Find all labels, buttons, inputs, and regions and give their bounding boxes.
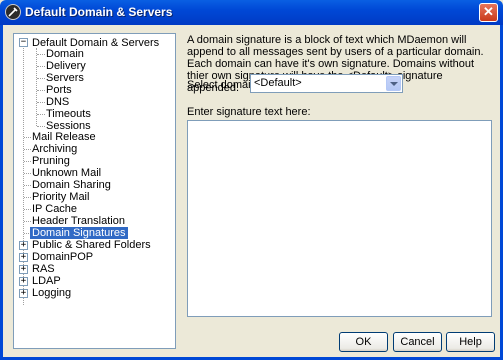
tree-item-domain[interactable]: Domain [46,48,84,60]
close-button[interactable]: ✕ [479,3,498,22]
tree-item-ip-cache[interactable]: IP Cache [32,203,77,215]
tree-item-domain-sharing[interactable]: Domain Sharing [32,179,111,191]
settings-tree[interactable]: − Default Domain & Servers Domain Delive… [13,33,176,349]
tree-item-logging[interactable]: Logging [32,287,71,299]
expand-icon[interactable]: + [19,265,28,274]
ok-button[interactable]: OK [339,332,388,352]
expand-icon[interactable]: + [19,241,28,250]
tree-item-archiving[interactable]: Archiving [32,143,77,155]
select-domain-label: Select domain [187,79,257,91]
tree-item-public-shared-folders[interactable]: Public & Shared Folders [32,239,151,251]
signature-label: Enter signature text here: [187,106,311,118]
domain-select[interactable]: <Default> [250,74,403,93]
tree-item-ports[interactable]: Ports [46,84,72,96]
window-title: Default Domain & Servers [25,5,173,19]
tree-item-timeouts[interactable]: Timeouts [46,108,91,120]
tree-item-delivery[interactable]: Delivery [46,60,86,72]
tree-item-header-translation[interactable]: Header Translation [32,215,125,227]
expand-icon[interactable]: + [19,277,28,286]
tree-item-priority-mail[interactable]: Priority Mail [32,191,89,203]
tree-item-pruning[interactable]: Pruning [32,155,70,167]
tree-item-domainpop[interactable]: DomainPOP [32,251,93,263]
tree-item-dns[interactable]: DNS [46,96,69,108]
tree-item-unknown-mail[interactable]: Unknown Mail [32,167,101,179]
title-bar: Default Domain & Servers ✕ [0,0,503,25]
app-icon [5,4,21,20]
cancel-button[interactable]: Cancel [393,332,442,352]
help-button[interactable]: Help [446,332,495,352]
chevron-down-icon[interactable] [386,76,401,91]
tree-item-domain-signatures[interactable]: Domain Signatures [30,227,128,239]
tree-item-mail-release[interactable]: Mail Release [32,131,96,143]
signature-textarea[interactable] [187,120,492,317]
domain-select-value: <Default> [254,77,302,89]
expand-icon[interactable]: + [19,289,28,298]
expand-icon[interactable]: + [19,253,28,262]
tree-item-ras[interactable]: RAS [32,263,55,275]
tree-item-ldap[interactable]: LDAP [32,275,61,287]
tree-item-servers[interactable]: Servers [46,72,84,84]
root-collapse-icon[interactable]: − [19,38,28,47]
